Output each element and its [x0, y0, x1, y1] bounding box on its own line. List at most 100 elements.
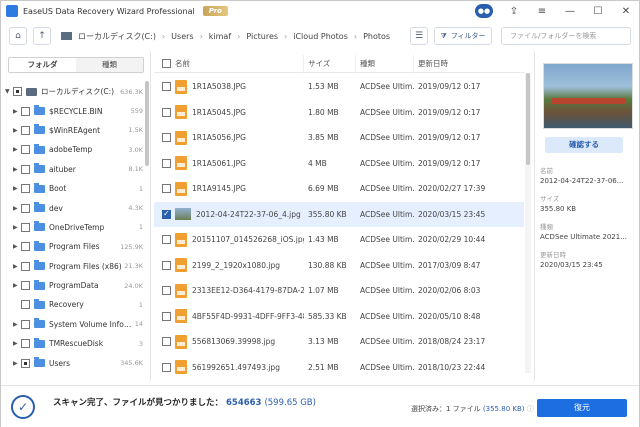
row-checkbox[interactable] — [162, 260, 171, 270]
chevron-right-icon[interactable]: ▶ — [13, 127, 21, 134]
tree-item[interactable]: ▶ ProgramData 24.0K — [5, 276, 147, 295]
tree-item[interactable]: ▶ dev 4.3K — [5, 198, 147, 217]
recover-button[interactable]: 復元 — [537, 399, 627, 417]
scrollbar-thumb[interactable] — [526, 73, 530, 165]
row-checkbox[interactable] — [162, 311, 171, 321]
tree-item[interactable]: ▶ $RECYCLE.BIN 559 — [5, 101, 147, 120]
tree-item[interactable]: ▶ Boot 1 — [5, 179, 147, 198]
table-row[interactable]: 556813069.39998.jpg 3.13 MB ACDSee Ultim..… — [154, 329, 524, 355]
tree-item[interactable]: ▶ Program Files (x86) 21.3K — [5, 257, 147, 276]
tree-checkbox[interactable] — [21, 203, 30, 213]
close-icon[interactable]: ✕ — [619, 6, 633, 17]
row-checkbox[interactable] — [162, 107, 171, 117]
file-name: 4BF55F4D-9931-4DFF-9FF3-48... — [192, 311, 304, 321]
minimize-icon[interactable]: — — [563, 6, 577, 17]
table-row[interactable]: 4BF55F4D-9931-4DFF-9FF3-48... 585.33 KB AC… — [154, 304, 524, 330]
table-row[interactable]: 1R1A5045.JPG 1.80 MB ACDSee Ultim... 2019/0… — [154, 100, 524, 126]
chevron-right-icon[interactable]: ▶ — [13, 146, 21, 153]
chevron-down-icon[interactable]: ▼ — [5, 88, 13, 95]
table-row[interactable]: 561992651.497493.jpg 2.51 MB ACDSee Ultim.… — [154, 355, 524, 381]
maximize-icon[interactable]: ☐ — [591, 6, 605, 17]
up-button[interactable]: ↑ — [33, 27, 51, 45]
filter-button[interactable]: ⧩ フィルター — [434, 27, 492, 45]
tree-checkbox[interactable] — [21, 125, 30, 135]
chevron-right-icon[interactable]: ▶ — [13, 185, 21, 192]
chevron-right-icon[interactable]: ▶ — [13, 282, 21, 289]
file-name: 556813069.39998.jpg — [192, 337, 276, 347]
breadcrumb-item[interactable]: kimaf — [209, 32, 231, 41]
row-checkbox[interactable] — [162, 286, 171, 296]
chevron-right-icon[interactable]: ▶ — [13, 243, 21, 250]
breadcrumb-item[interactable]: Users — [171, 32, 193, 41]
tab-folder[interactable]: フォルダ — [9, 58, 76, 72]
chevron-right-icon[interactable]: ▶ — [13, 263, 21, 270]
row-checkbox[interactable] — [162, 158, 171, 168]
row-checkbox[interactable] — [162, 82, 171, 92]
table-row[interactable]: 20151107_014526268_iOS.jpg 1.43 MB ACDSee … — [154, 227, 524, 253]
search-input[interactable]: ファイル/フォルダーを検索 — [501, 27, 631, 45]
breadcrumb-item[interactable]: Pictures — [246, 32, 278, 41]
column-size[interactable]: サイズ — [304, 54, 356, 73]
status-message: スキャン完了、ファイルが見つかりました： — [53, 398, 224, 408]
tree-checkbox[interactable] — [21, 281, 30, 291]
tree-checkbox[interactable] — [21, 164, 30, 174]
tree-item[interactable]: ▶ TMRescueDisk 3 — [5, 334, 147, 353]
tree-item[interactable]: ▶ OneDriveTemp 1 — [5, 218, 147, 237]
left-scrollbar[interactable] — [145, 81, 149, 166]
tree-item[interactable]: ▶ $WinREAgent 1.5K — [5, 121, 147, 140]
row-checkbox[interactable] — [162, 337, 171, 347]
chevron-right-icon[interactable]: ▶ — [13, 340, 21, 347]
select-all-checkbox[interactable] — [162, 59, 171, 68]
tree-item[interactable]: ▶ Program Files 125.9K — [5, 237, 147, 256]
tree-checkbox[interactable] — [21, 358, 30, 368]
tab-type[interactable]: 種類 — [76, 58, 143, 72]
chevron-right-icon[interactable]: ▶ — [13, 205, 21, 212]
tree-checkbox[interactable] — [21, 222, 30, 232]
tree-checkbox[interactable] — [21, 300, 30, 310]
row-checkbox[interactable] — [162, 209, 171, 219]
row-checkbox[interactable] — [162, 133, 171, 143]
tree-item[interactable]: ▶ adobeTemp 3.0K — [5, 140, 147, 159]
upload-icon[interactable]: ⇪ — [507, 6, 521, 17]
tree-checkbox[interactable] — [13, 87, 22, 97]
home-button[interactable]: ⌂ — [9, 27, 27, 45]
tree-checkbox[interactable] — [21, 242, 30, 252]
tree-checkbox[interactable] — [21, 145, 30, 155]
file-list-scrollbar[interactable] — [525, 73, 531, 373]
tree-checkbox[interactable] — [21, 106, 30, 116]
view-toggle-button[interactable]: ☰ — [410, 27, 428, 45]
breadcrumb-item[interactable]: iCloud Photos — [293, 32, 348, 41]
breadcrumb-item[interactable]: Photos — [363, 32, 390, 41]
tree-checkbox[interactable] — [21, 184, 30, 194]
chevron-right-icon[interactable]: ▶ — [13, 224, 21, 231]
tree-checkbox[interactable] — [21, 339, 30, 349]
tree-item[interactable]: Recovery 1 — [5, 295, 147, 314]
table-row[interactable]: 2199_2_1920x1080.jpg 130.88 KB ACDSee Ulti… — [154, 253, 524, 279]
column-type[interactable]: 種類 — [356, 54, 414, 73]
table-row[interactable]: 1R1A5061.JPG 4 MB ACDSee Ultim... 2019/09/1… — [154, 151, 524, 177]
breadcrumb-item[interactable]: ローカルディスク(C:) — [78, 31, 156, 42]
chevron-right-icon[interactable]: ▶ — [13, 108, 21, 115]
tree-item[interactable]: ▶ System Volume Inform... 14 — [5, 315, 147, 334]
menu-icon[interactable]: ≡ — [535, 6, 549, 17]
column-name[interactable]: 名前 — [175, 55, 190, 73]
tree-checkbox[interactable] — [21, 261, 30, 271]
table-row[interactable]: 2012-04-24T22-37-06_4.jpg 355.80 KB ACDSee… — [154, 201, 524, 227]
tree-item[interactable]: ▶ Users 345.6K — [5, 353, 147, 372]
chevron-right-icon[interactable]: ▶ — [13, 166, 21, 173]
confirm-button[interactable]: 確認する — [545, 137, 623, 153]
avatar[interactable]: ●● — [475, 4, 493, 18]
tree-item[interactable]: ▶ aituber 8.1K — [5, 160, 147, 179]
chevron-right-icon[interactable]: ▶ — [13, 321, 21, 328]
table-row[interactable]: 1R1A9145.JPG 6.69 MB ACDSee Ultim... 2020/0… — [154, 176, 524, 202]
chevron-right-icon[interactable]: ▶ — [13, 360, 21, 367]
tree-item[interactable]: ▼ ローカルディスク(C:) 636.3K — [5, 82, 147, 101]
row-checkbox[interactable] — [162, 184, 171, 194]
tree-checkbox[interactable] — [21, 319, 30, 329]
row-checkbox[interactable] — [162, 235, 171, 245]
table-row[interactable]: 1R1A5038.JPG 1.53 MB ACDSee Ultim... 2019/0… — [154, 74, 524, 100]
row-checkbox[interactable] — [162, 362, 171, 372]
column-date[interactable]: 更新日時 — [414, 55, 524, 73]
table-row[interactable]: 2313EE12-D364-4179-87DA-2... 1.07 MB ACDSe… — [154, 278, 524, 304]
table-row[interactable]: 1R1A5056.JPG 3.85 MB ACDSee Ultim... 2019/0… — [154, 125, 524, 151]
